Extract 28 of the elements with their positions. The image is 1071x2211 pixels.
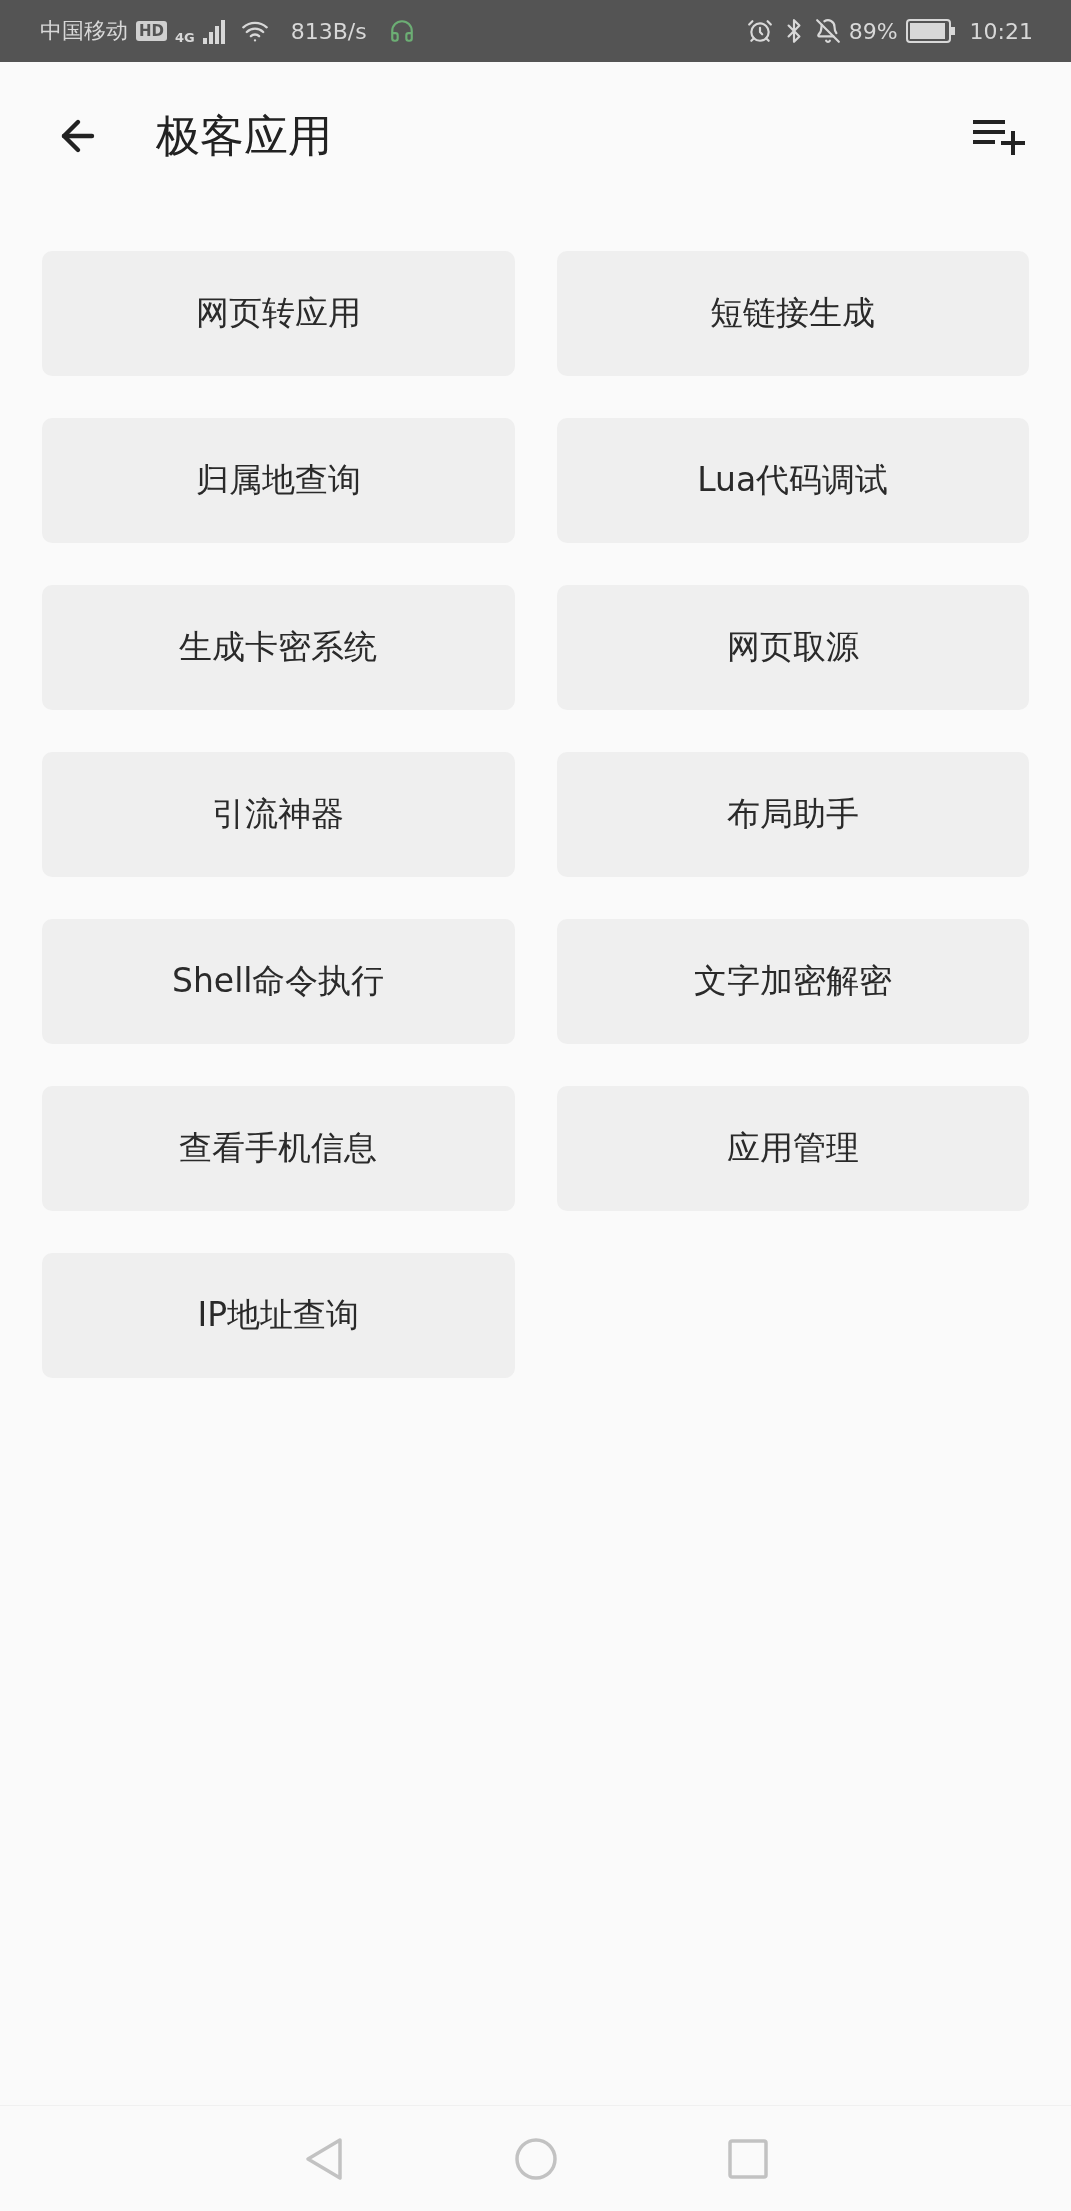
recents-nav-icon[interactable] xyxy=(727,2138,768,2179)
app-tile-button[interactable]: Lua代码调试 xyxy=(556,418,1029,543)
back-nav-icon[interactable] xyxy=(303,2136,344,2181)
headphones-icon xyxy=(388,18,415,44)
hd-badge: HD xyxy=(136,21,167,41)
app-tile-button[interactable]: IP地址查询 xyxy=(42,1253,515,1378)
app-tile-button[interactable]: 应用管理 xyxy=(556,1086,1029,1211)
app-tile-button[interactable]: 生成卡密系统 xyxy=(42,585,515,710)
battery-icon xyxy=(905,19,956,43)
carrier-text: 中国移动 xyxy=(40,17,128,45)
home-nav-icon[interactable] xyxy=(513,2136,558,2181)
battery-percent-text: 89% xyxy=(848,18,898,44)
app-tile-button[interactable]: 归属地查询 xyxy=(42,418,515,543)
app-tile-button[interactable]: Shell命令执行 xyxy=(42,919,515,1044)
app-tile-button[interactable]: 引流神器 xyxy=(42,752,515,877)
alarm-icon xyxy=(746,18,773,44)
page-title: 极客应用 xyxy=(156,108,333,163)
app-tile-button[interactable]: 网页转应用 xyxy=(42,251,515,376)
clock-text: 10:21 xyxy=(969,18,1033,44)
app-tile-button[interactable]: 短链接生成 xyxy=(556,251,1029,376)
signal-icon xyxy=(202,18,227,44)
app-tile-button[interactable]: 文字加密解密 xyxy=(556,919,1029,1044)
app-tile-button[interactable]: 查看手机信息 xyxy=(42,1086,515,1211)
network-type-text: 4G xyxy=(175,30,195,45)
network-speed-text: 813B/s xyxy=(290,18,367,44)
app-tile-button[interactable]: 网页取源 xyxy=(556,585,1029,710)
app-tile-button[interactable]: 布局助手 xyxy=(556,752,1029,877)
bell-off-icon xyxy=(814,18,841,44)
